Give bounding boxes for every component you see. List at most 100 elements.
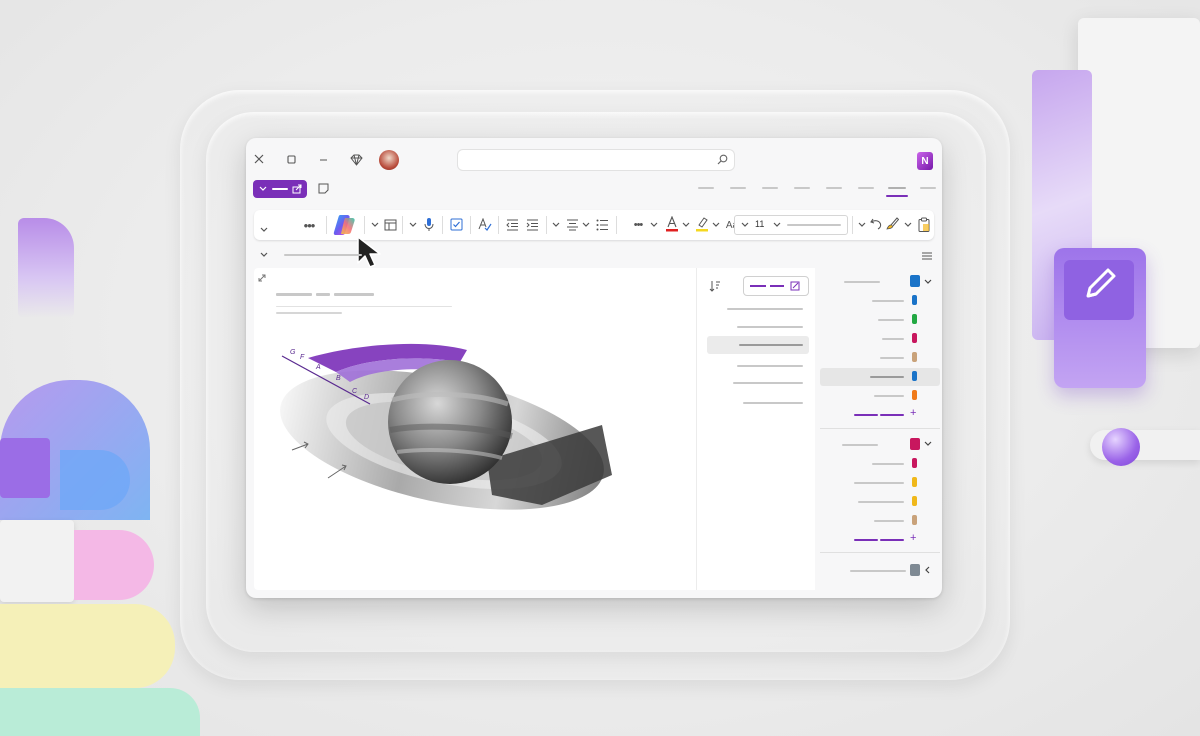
add-section-icon[interactable]: + — [910, 407, 916, 419]
section-label — [874, 520, 904, 522]
avatar[interactable] — [379, 150, 399, 170]
section-label — [854, 482, 904, 484]
tab-4[interactable] — [794, 187, 810, 189]
new-page-button[interactable] — [253, 180, 307, 198]
tab-8[interactable] — [920, 187, 936, 189]
decorative-shapes-left — [0, 380, 200, 736]
section-color-tab — [912, 371, 917, 381]
page-item[interactable] — [743, 402, 803, 404]
chevron-down-icon[interactable] — [858, 222, 866, 228]
section-color-tab — [912, 458, 917, 468]
section-color-tab — [912, 496, 917, 506]
add-section-link — [880, 414, 904, 416]
breadcrumb — [284, 254, 362, 256]
pencil-icon — [1086, 268, 1116, 298]
chevron-down-icon[interactable] — [371, 222, 379, 228]
checkbox-icon[interactable] — [450, 218, 463, 231]
more-icon[interactable]: ••• — [300, 218, 318, 233]
share-icon — [292, 184, 302, 194]
notebook-label — [850, 570, 906, 572]
add-section-link — [854, 539, 878, 541]
tab-1[interactable] — [698, 187, 714, 189]
collapse-chevron-icon[interactable] — [260, 227, 268, 233]
sort-icon[interactable] — [709, 280, 721, 292]
section-color-tab — [912, 333, 917, 343]
divider — [820, 428, 940, 429]
add-section-icon[interactable]: + — [910, 532, 916, 544]
highlight-icon[interactable] — [696, 216, 708, 232]
expand-icon[interactable] — [258, 274, 266, 282]
ring-label-b: B — [336, 375, 341, 382]
section-label — [882, 338, 904, 340]
page-item[interactable] — [737, 326, 803, 328]
close-icon[interactable] — [252, 152, 266, 166]
section-color-tab — [912, 352, 917, 362]
chevron-down-icon[interactable] — [552, 222, 560, 228]
section-color-tab — [912, 477, 917, 487]
tab-7-active[interactable] — [888, 187, 906, 189]
section-label — [880, 357, 904, 359]
chevron-down-icon[interactable] — [650, 222, 658, 228]
page-icon[interactable] — [384, 218, 397, 231]
onenote-logo-icon: N — [917, 152, 933, 170]
page-item[interactable] — [733, 382, 803, 384]
page-item[interactable] — [727, 308, 803, 310]
chevron-down-icon[interactable] — [712, 222, 720, 228]
tab-5[interactable] — [826, 187, 842, 189]
notebook-item[interactable] — [820, 436, 940, 452]
ring-label-g: G — [290, 349, 296, 356]
diamond-icon[interactable] — [348, 152, 364, 168]
list-icon[interactable] — [596, 219, 609, 231]
chevron-down-icon[interactable] — [904, 222, 912, 228]
search-input[interactable] — [458, 150, 734, 170]
onenote-window: N ••• ••• Aa 11 G F A B C D + + — [246, 138, 942, 598]
chevron-left-icon[interactable] — [924, 566, 932, 574]
chevron-down-icon[interactable] — [682, 222, 690, 228]
notebook-label — [844, 281, 880, 283]
chevron-down-icon[interactable] — [409, 222, 417, 228]
saturn-illustration — [280, 343, 612, 510]
notebook-item[interactable] — [820, 274, 940, 290]
section-item[interactable] — [820, 330, 940, 348]
section-color-tab — [912, 314, 917, 324]
align-icon[interactable] — [566, 219, 579, 231]
add-page-button[interactable] — [743, 276, 809, 296]
indent-icon[interactable] — [526, 219, 539, 231]
font-size-select[interactable]: 11 — [734, 215, 848, 235]
tab-6[interactable] — [858, 187, 874, 189]
add-section-link — [880, 539, 904, 541]
outdent-icon[interactable] — [506, 219, 519, 231]
mouse-pointer-icon — [357, 236, 381, 268]
ring-label-d: D — [364, 394, 370, 401]
ring-label-f: F — [300, 354, 305, 361]
chevron-down-icon — [259, 186, 267, 191]
chevron-down-icon[interactable] — [582, 222, 590, 228]
undo-icon[interactable] — [870, 218, 882, 230]
more-format-icon[interactable]: ••• — [630, 218, 646, 232]
minimize-icon[interactable] — [316, 152, 330, 166]
chevron-down-icon — [773, 222, 781, 227]
chevron-down-icon[interactable] — [924, 440, 932, 448]
tab-2[interactable] — [730, 187, 746, 189]
notebook-icon — [910, 438, 920, 450]
spellcheck-icon[interactable] — [478, 218, 492, 231]
font-color-icon[interactable] — [666, 216, 678, 232]
chevron-down-icon[interactable] — [260, 252, 268, 258]
chevron-down-icon[interactable] — [924, 278, 932, 286]
microphone-icon[interactable] — [424, 217, 434, 232]
paste-icon[interactable] — [918, 217, 930, 232]
font-size-value: 11 — [755, 219, 765, 229]
page-date — [276, 312, 342, 314]
hamburger-icon[interactable] — [922, 252, 932, 260]
maximize-icon[interactable] — [284, 152, 298, 166]
page-item[interactable] — [737, 365, 803, 367]
copilot-icon[interactable] — [332, 213, 358, 237]
page-item-selected[interactable] — [707, 336, 809, 354]
decorative-sphere — [1102, 428, 1140, 466]
sticky-note-icon[interactable] — [316, 181, 330, 195]
page-title-underline — [276, 306, 452, 307]
section-color-tab — [912, 515, 917, 525]
section-color-tab — [912, 390, 917, 400]
tab-3[interactable] — [762, 187, 778, 189]
format-painter-icon[interactable] — [886, 217, 899, 231]
